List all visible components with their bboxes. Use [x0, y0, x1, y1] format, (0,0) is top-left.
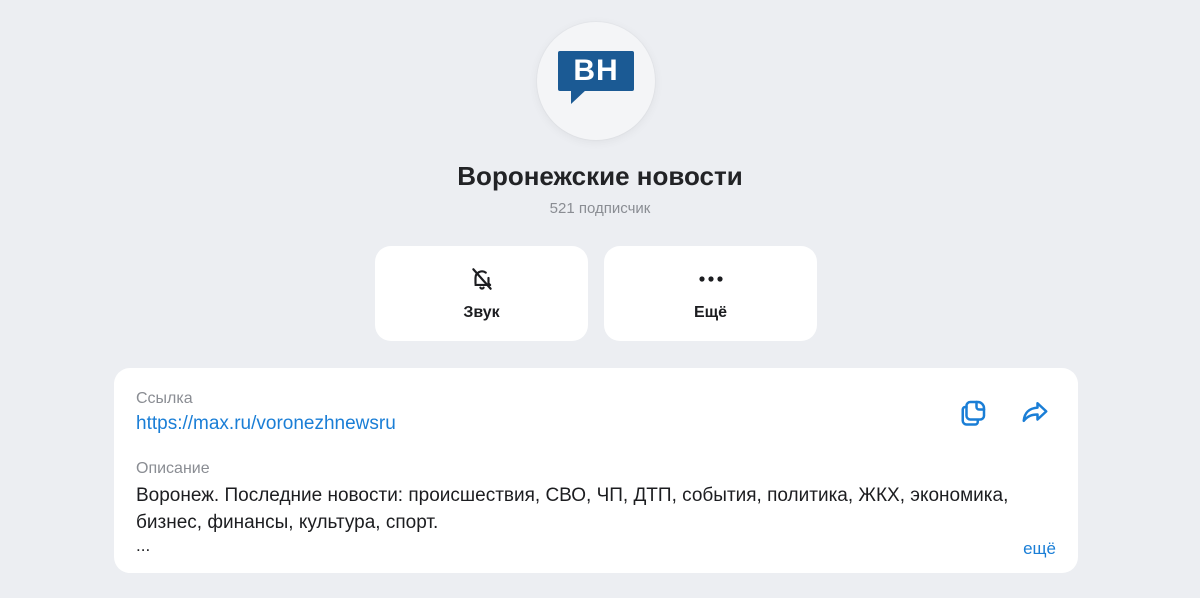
sound-button-label: Звук: [463, 304, 500, 321]
more-button[interactable]: Ещё: [604, 246, 817, 341]
more-dots-icon: [697, 266, 725, 292]
channel-logo: ВН: [557, 49, 635, 105]
channel-info-card: Ссылка https://max.ru/voronezhnewsru Опи…: [114, 368, 1078, 573]
share-icon[interactable]: [1019, 396, 1051, 428]
copy-icon[interactable]: [958, 396, 990, 428]
more-button-label: Ещё: [693, 304, 728, 321]
logo-text: ВН: [573, 54, 619, 87]
link-label: Ссылка: [136, 390, 193, 407]
channel-link[interactable]: https://max.ru/voronezhnewsru: [136, 412, 396, 436]
description-ellipsis: ...: [136, 536, 151, 555]
description-label: Описание: [136, 460, 210, 477]
bell-off-icon: [469, 266, 495, 292]
subscriber-count: 521 подписчик: [549, 200, 651, 217]
show-more-link[interactable]: ещё: [1023, 539, 1056, 559]
channel-title: Воронежские новости: [457, 161, 743, 191]
sound-button[interactable]: Звук: [375, 246, 588, 341]
channel-description: Воронеж. Последние новости: происшествия…: [136, 485, 1009, 533]
channel-avatar[interactable]: ВН: [537, 22, 655, 140]
